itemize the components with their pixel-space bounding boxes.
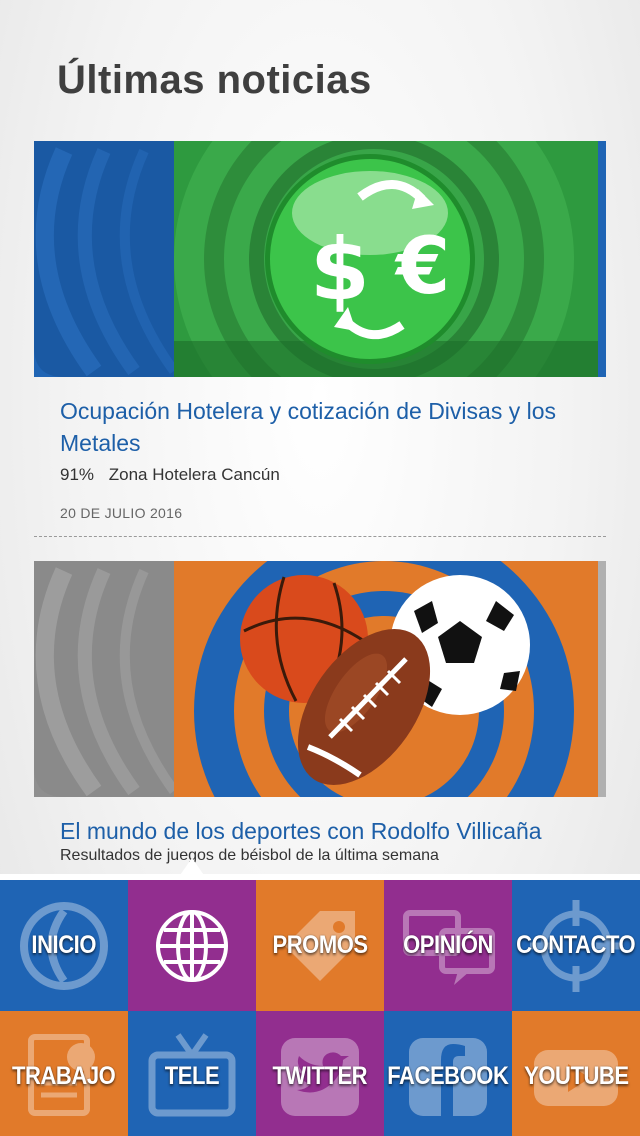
nav-facebook[interactable]: FACEBOOK: [384, 1011, 512, 1136]
nav-label: TRABAJO: [12, 1062, 116, 1090]
nav-trabajo[interactable]: TRABAJO: [0, 1011, 128, 1136]
divider: [34, 536, 606, 537]
nav-label: OPINIÓN: [403, 931, 493, 959]
occupancy-value: 91%: [60, 465, 95, 484]
excerpt-text: Zona Hotelera Cancún: [108, 465, 280, 484]
nav-label: TELE: [164, 1062, 220, 1090]
nav-label: FACEBOOK: [387, 1062, 509, 1090]
nav-youtube[interactable]: YOUTUBE: [512, 1011, 640, 1136]
nav-label: PROMOS: [272, 931, 368, 959]
svg-text:€: €: [394, 222, 450, 312]
bottom-navigation: INICIO PROMOS OPINIÓN CONTACTO TRABAJO T…: [0, 874, 640, 1136]
globe-icon: [156, 909, 228, 982]
article-title[interactable]: Ocupación Hotelera y cotización de Divis…: [34, 395, 606, 459]
active-tab-pointer: [178, 858, 206, 878]
currency-exchange-image[interactable]: $ €: [34, 141, 606, 377]
nav-promos[interactable]: PROMOS: [256, 880, 384, 1011]
nav-opinion[interactable]: OPINIÓN: [384, 880, 512, 1011]
svg-text:$: $: [310, 220, 370, 320]
nav-label: CONTACTO: [516, 931, 636, 959]
nav-tele[interactable]: TELE: [128, 1011, 256, 1136]
page-title: Últimas noticias: [57, 58, 372, 102]
nav-label: TWITTER: [272, 1062, 368, 1090]
excerpt-text: Resultados de juegos de béisbol de la úl…: [60, 847, 439, 864]
sports-balls-image[interactable]: [34, 561, 606, 797]
article-date: 20 DE JULIO 2016: [60, 505, 183, 521]
article-excerpt: 91% Zona Hotelera Cancún: [34, 465, 606, 485]
nav-twitter[interactable]: TWITTER: [256, 1011, 384, 1136]
nav-inicio[interactable]: INICIO: [0, 880, 128, 1011]
news-card[interactable]: $ € Ocupación Hotelera y cotización de D…: [34, 141, 606, 521]
news-card[interactable]: El mundo de los deportes con Rodolfo Vil…: [34, 561, 606, 865]
article-title[interactable]: El mundo de los deportes con Rodolfo Vil…: [34, 815, 606, 847]
nav-label: YOUTUBE: [523, 1062, 629, 1090]
nav-globe[interactable]: [128, 880, 256, 1011]
nav-label: INICIO: [31, 931, 97, 959]
nav-contacto[interactable]: CONTACTO: [512, 880, 640, 1011]
